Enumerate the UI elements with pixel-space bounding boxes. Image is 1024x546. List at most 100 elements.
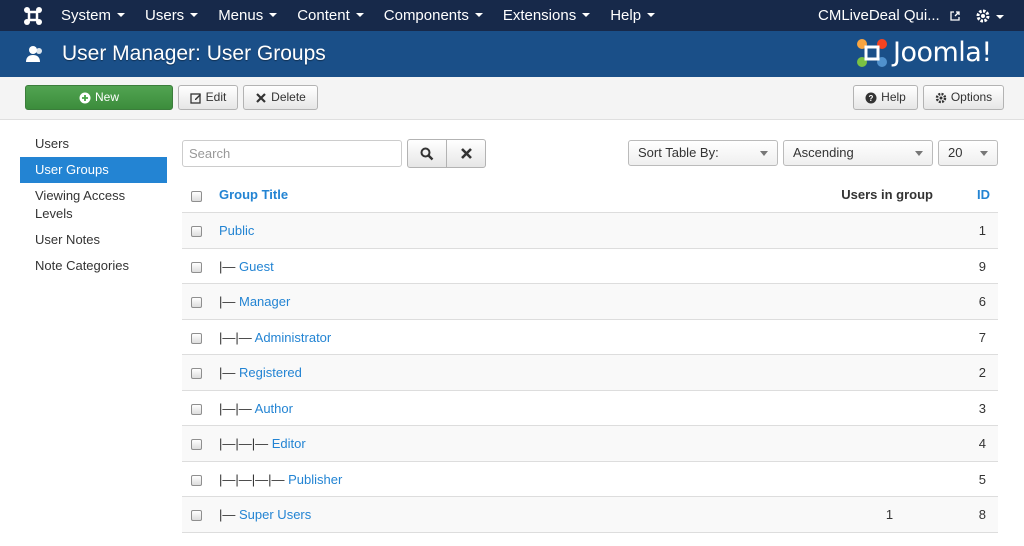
group-title-cell: |— Manager — [219, 294, 290, 309]
search-input[interactable] — [182, 140, 402, 167]
column-group-title[interactable]: Group Title — [219, 187, 288, 202]
sidebar-item-note-categories[interactable]: Note Categories — [20, 253, 167, 279]
menu-help[interactable]: Help — [610, 0, 656, 31]
help-button[interactable]: ? Help — [853, 85, 918, 110]
sort-direction-value: Ascending — [793, 145, 854, 160]
group-link[interactable]: Guest — [239, 259, 274, 274]
edit-button-label: Edit — [205, 90, 227, 104]
question-circle-icon: ? — [865, 92, 877, 103]
menu-system[interactable]: System — [61, 0, 126, 31]
row-checkbox[interactable] — [191, 261, 202, 273]
group-title-cell: |— Guest — [219, 259, 274, 274]
row-checkbox[interactable] — [191, 332, 202, 344]
group-id: 7 — [978, 329, 986, 345]
row-checkbox[interactable] — [191, 510, 202, 521]
edit-icon — [190, 92, 201, 104]
group-link[interactable]: Editor — [272, 436, 306, 451]
tree-prefix: |— — [219, 294, 239, 309]
sidebar-item-users[interactable]: Users — [20, 131, 167, 157]
delete-button[interactable]: Delete — [243, 85, 318, 110]
search-icon — [420, 147, 434, 160]
joomla-brand: Joomla! — [855, 36, 1005, 70]
chevron-down-icon — [582, 13, 591, 18]
select-all-checkbox[interactable] — [191, 191, 202, 202]
group-link[interactable]: Author — [255, 401, 293, 416]
plus-circle-icon — [79, 92, 91, 103]
delete-button-label: Delete — [271, 90, 306, 104]
site-name: CMLiveDeal Qui... — [818, 7, 940, 24]
chevron-down-icon — [474, 13, 483, 18]
row-checkbox[interactable] — [191, 439, 202, 450]
group-title-cell: |—|— Author — [219, 401, 293, 416]
column-users-in-group: Users in group — [841, 187, 933, 202]
joomla-logo-icon[interactable] — [23, 6, 43, 26]
table-row: |—|— Author 3 — [182, 391, 998, 426]
tree-prefix: |— — [219, 258, 239, 274]
options-button-label: Options — [950, 90, 993, 104]
group-link[interactable]: Registered — [239, 365, 302, 380]
row-checkbox[interactable] — [191, 403, 202, 415]
edit-button[interactable]: Edit — [178, 85, 238, 110]
close-icon — [256, 92, 266, 103]
search-button[interactable] — [407, 139, 447, 168]
group-link[interactable]: Administrator — [255, 330, 332, 345]
group-link[interactable]: Manager — [239, 294, 290, 309]
tree-prefix: |— — [219, 507, 239, 522]
table-row: |— Super Users 1 8 — [182, 497, 998, 533]
sort-table-value: Sort Table By: — [638, 145, 719, 160]
close-icon — [460, 148, 472, 159]
gear-icon — [935, 92, 947, 103]
sidebar: Users User Groups Viewing Access Levels … — [20, 131, 167, 279]
page-title: User Manager: User Groups — [62, 42, 326, 65]
external-link-icon — [950, 11, 960, 21]
sidebar-item-user-groups[interactable]: User Groups — [20, 157, 167, 183]
group-title-cell: |— Super Users — [219, 507, 311, 522]
tree-prefix: |—|— — [219, 400, 255, 416]
table-row: |— Registered 2 — [182, 355, 998, 391]
group-link[interactable]: Super Users — [239, 507, 311, 522]
row-checkbox[interactable] — [191, 226, 202, 237]
group-title-cell: Public — [219, 223, 254, 238]
svg-text:?: ? — [869, 94, 874, 103]
menu-components[interactable]: Components — [384, 0, 483, 31]
menu-extensions[interactable]: Extensions — [503, 0, 591, 31]
menu-menus[interactable]: Menus — [218, 0, 278, 31]
help-button-label: Help — [881, 90, 906, 104]
table-header: Group Title Users in group ID — [182, 177, 998, 213]
toolbar: New Edit Delete ? Help Options — [0, 77, 1024, 120]
group-id: 2 — [978, 365, 986, 380]
chevron-down-icon — [980, 151, 988, 156]
new-button-label: New — [94, 90, 119, 104]
menu-content[interactable]: Content — [297, 0, 364, 31]
table-row: |—|—|— Editor 4 — [182, 426, 998, 462]
group-title-cell: |—|— Administrator — [219, 330, 331, 345]
joomla-brand-icon — [857, 39, 887, 67]
tree-prefix: |— — [219, 365, 239, 380]
row-checkbox[interactable] — [191, 368, 202, 379]
user-settings-gear-icon[interactable] — [975, 7, 1005, 25]
users-count: 1 — [885, 507, 894, 522]
group-title-cell: |—|—|—|— Publisher — [219, 472, 342, 487]
users-icon — [26, 46, 42, 62]
sort-table-select[interactable]: Sort Table By: — [628, 140, 778, 166]
sidebar-item-viewing-access-levels[interactable]: Viewing Access Levels — [20, 183, 167, 227]
group-link[interactable]: Public — [219, 223, 254, 238]
row-checkbox[interactable] — [191, 297, 202, 308]
main-menu: System Users Menus Content Components Ex… — [61, 0, 675, 31]
row-checkbox[interactable] — [191, 474, 202, 486]
site-preview-link[interactable]: CMLiveDeal Qui... — [818, 0, 960, 31]
group-link[interactable]: Publisher — [288, 472, 342, 487]
menu-users[interactable]: Users — [145, 0, 199, 31]
sidebar-item-user-notes[interactable]: User Notes — [20, 227, 167, 253]
sort-direction-select[interactable]: Ascending — [783, 140, 933, 166]
group-id: 6 — [978, 294, 986, 309]
chevron-down-icon — [355, 13, 364, 18]
brand-text: Joomla! — [893, 37, 992, 68]
tree-prefix: |—|— — [219, 329, 255, 345]
clear-search-button[interactable] — [446, 139, 486, 168]
column-id[interactable]: ID — [977, 187, 990, 202]
new-button[interactable]: New — [25, 85, 173, 110]
list-limit-select[interactable]: 20 — [938, 140, 998, 166]
page-header: User Manager: User Groups Joomla! — [0, 31, 1024, 77]
options-button[interactable]: Options — [923, 85, 1004, 110]
